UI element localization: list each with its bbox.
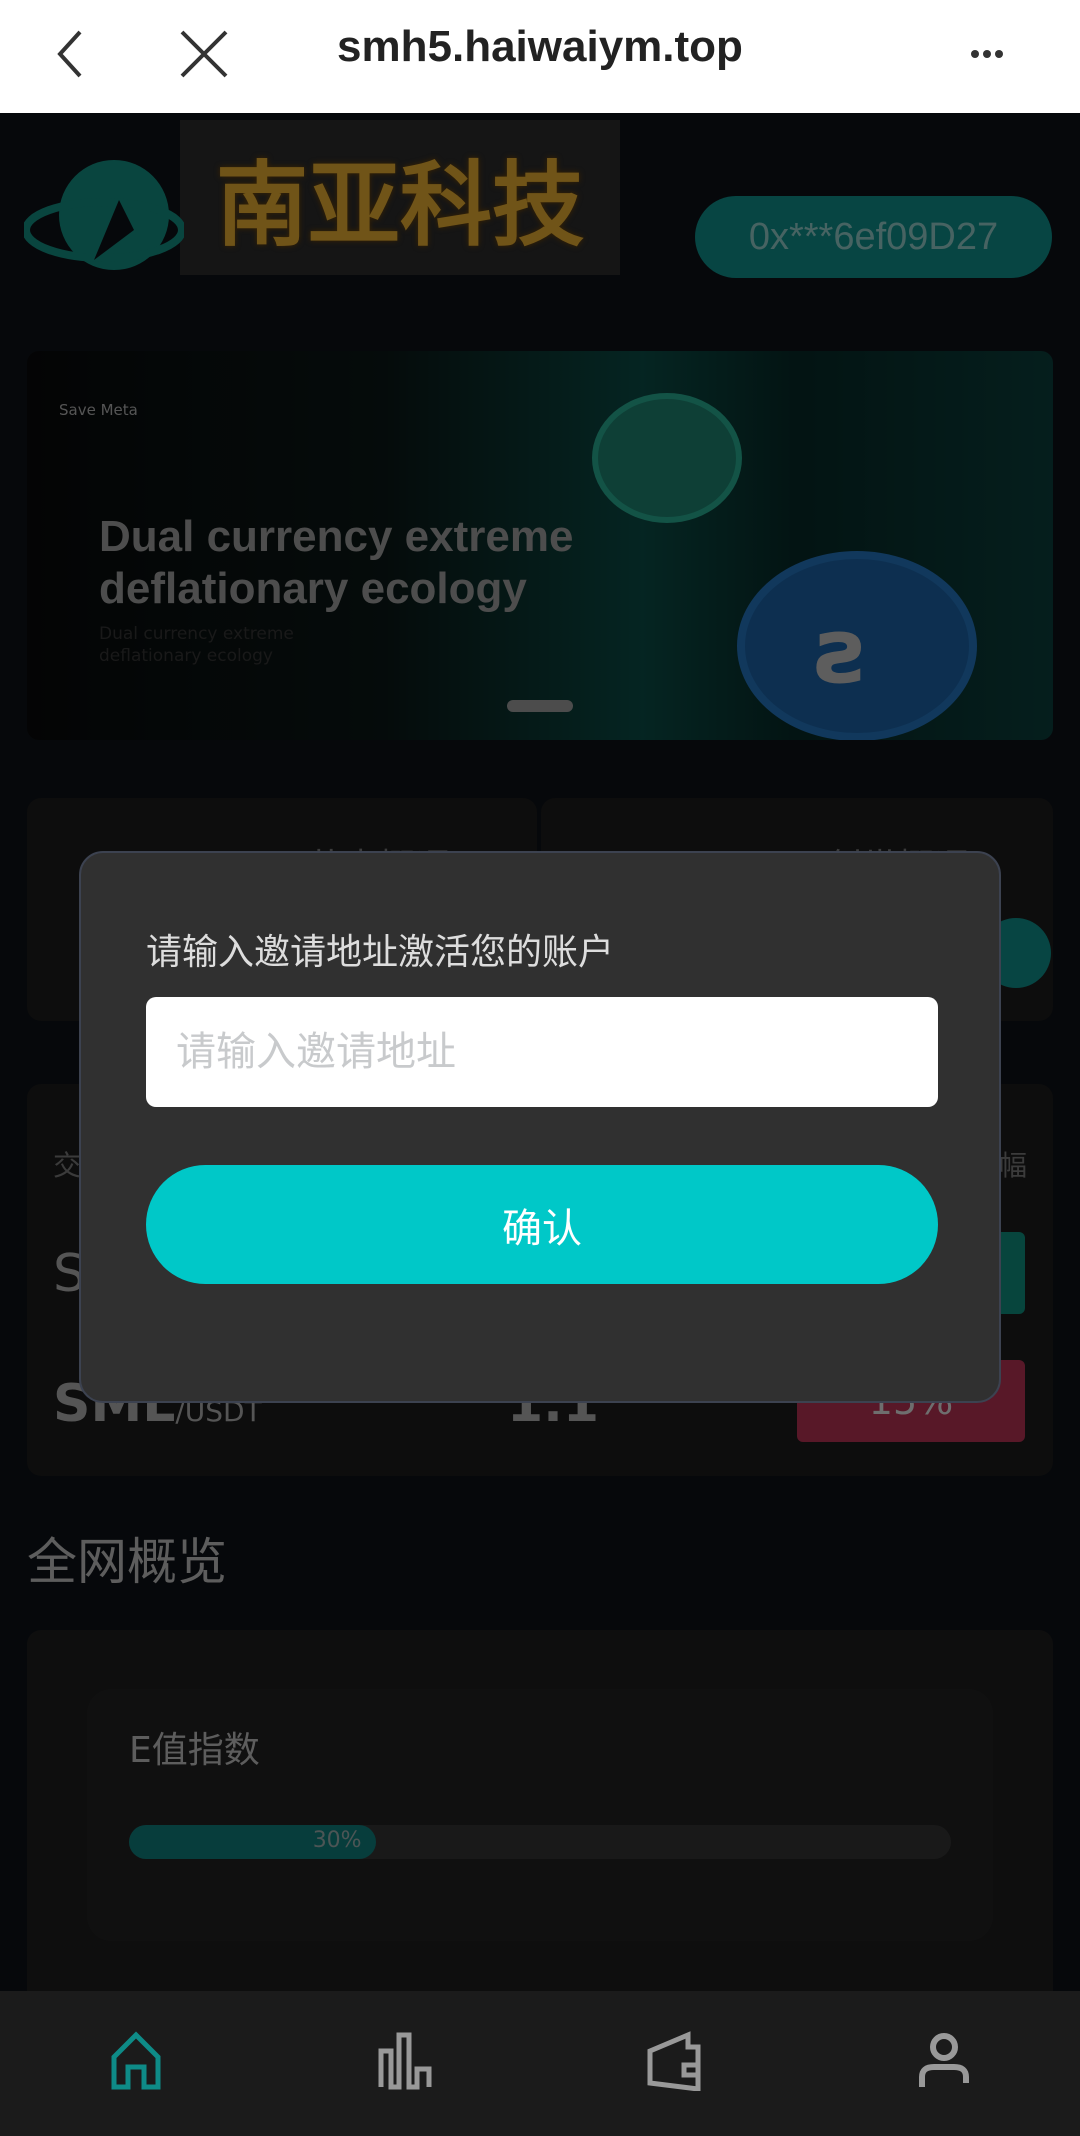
invite-modal: 请输入邀请地址激活您的账户 确认 bbox=[79, 851, 1001, 1403]
more-horizontal-icon[interactable] bbox=[955, 22, 1019, 86]
user-icon[interactable] bbox=[914, 2031, 974, 2091]
page-url: smh5.haiwaiym.top bbox=[337, 22, 743, 71]
home-icon[interactable] bbox=[106, 2031, 166, 2091]
bottom-nav bbox=[0, 1991, 1080, 2136]
confirm-button[interactable]: 确认 bbox=[146, 1165, 938, 1284]
wallet-icon[interactable] bbox=[644, 2031, 704, 2091]
browser-bar: smh5.haiwaiym.top bbox=[0, 0, 1080, 113]
modal-title: 请输入邀请地址激活您的账户 bbox=[146, 932, 615, 973]
invite-address-input[interactable] bbox=[146, 997, 938, 1107]
chart-icon[interactable] bbox=[375, 2031, 435, 2091]
